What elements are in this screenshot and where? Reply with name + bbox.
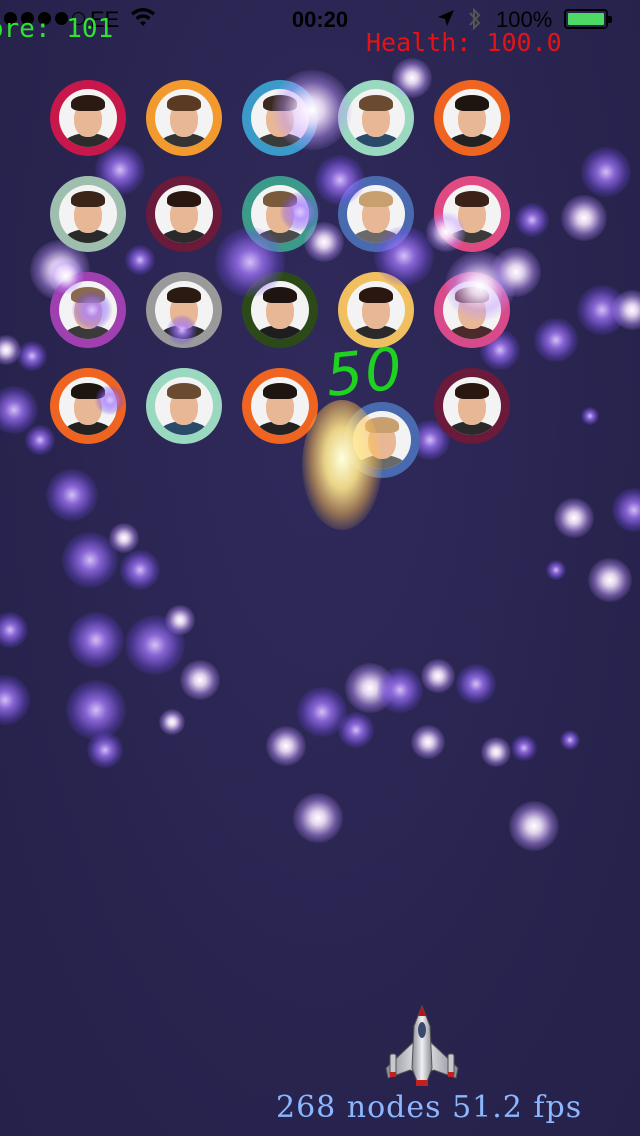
sparkle-particle bbox=[560, 730, 580, 750]
sparkle-particle bbox=[515, 203, 549, 237]
sparkle-particle bbox=[0, 612, 28, 648]
sparkle-particle bbox=[421, 659, 455, 693]
sparkle-particle bbox=[0, 386, 38, 434]
enemy-face bbox=[50, 368, 126, 444]
enemy-face bbox=[338, 80, 414, 156]
sparkle-particle bbox=[165, 605, 195, 635]
sparkle-particle bbox=[120, 550, 160, 590]
health-label: Health: 100.0 bbox=[366, 28, 562, 57]
sparkle-particle bbox=[534, 318, 578, 362]
sparkle-particle bbox=[577, 285, 627, 335]
sparkle-particle bbox=[612, 290, 640, 330]
sparkle-particle bbox=[68, 612, 124, 668]
sparkle-particle bbox=[509, 801, 559, 851]
sparkle-particle bbox=[612, 488, 640, 532]
debug-stats: 268 nodes 51.2 fps bbox=[276, 1090, 583, 1125]
sparkle-particle bbox=[481, 737, 511, 767]
sparkle-particle bbox=[456, 664, 496, 704]
sparkle-particle bbox=[180, 660, 220, 700]
sparkle-particle bbox=[0, 675, 30, 725]
sparkle-particle bbox=[159, 709, 185, 735]
enemy-face bbox=[146, 272, 222, 348]
sparkle-particle bbox=[66, 680, 126, 740]
sparkle-particle bbox=[345, 663, 395, 713]
score-label: ore: 101 bbox=[0, 14, 114, 44]
sparkle-particle bbox=[0, 335, 21, 365]
sparkle-particle bbox=[338, 712, 374, 748]
enemy-face bbox=[242, 80, 318, 156]
sparkle-particle bbox=[546, 560, 566, 580]
sparkle-particle bbox=[561, 195, 607, 241]
sparkle-particle bbox=[17, 341, 47, 371]
sparkle-particle bbox=[588, 558, 632, 602]
enemy-face bbox=[242, 272, 318, 348]
sparkle-particle bbox=[266, 726, 306, 766]
enemy-face bbox=[434, 272, 510, 348]
explosion-effect bbox=[302, 400, 382, 530]
enemy-face bbox=[146, 80, 222, 156]
enemy-face bbox=[50, 272, 126, 348]
sparkle-particle bbox=[46, 469, 98, 521]
score-popup: 50 bbox=[322, 334, 408, 410]
sparkle-particle bbox=[125, 245, 155, 275]
enemy-face bbox=[50, 80, 126, 156]
sparkle-particle bbox=[109, 523, 139, 553]
enemy-face bbox=[434, 176, 510, 252]
sparkle-particle bbox=[293, 793, 343, 843]
sparkle-particle bbox=[581, 407, 599, 425]
sparkle-particle bbox=[377, 667, 423, 713]
enemy-face bbox=[434, 368, 510, 444]
sparkle-particle bbox=[554, 498, 594, 538]
sparkle-particle bbox=[411, 725, 445, 759]
enemy-face bbox=[434, 80, 510, 156]
sparkle-particle bbox=[297, 687, 347, 737]
sparkle-particle bbox=[87, 732, 123, 768]
sparkle-particle bbox=[581, 147, 631, 197]
sparkle-particle bbox=[511, 735, 537, 761]
battery-icon bbox=[564, 9, 612, 29]
game-scene[interactable]: 50 EE 00:20 100% ore: 101 Health: 100.0 … bbox=[0, 0, 640, 1136]
sparkle-particle bbox=[62, 532, 118, 588]
sparkle-particle bbox=[125, 615, 185, 675]
enemy-face bbox=[50, 176, 126, 252]
enemy-face bbox=[146, 176, 222, 252]
enemy-face bbox=[146, 368, 222, 444]
spaceship-icon[interactable] bbox=[380, 1004, 464, 1088]
enemy-face bbox=[338, 176, 414, 252]
sparkle-particle bbox=[25, 425, 55, 455]
enemy-face bbox=[242, 176, 318, 252]
